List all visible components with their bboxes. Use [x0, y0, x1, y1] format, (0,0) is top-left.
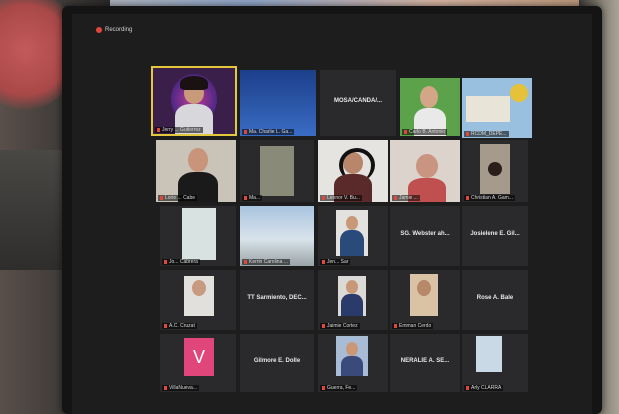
video-tile[interactable]: Guerra, Fe... [318, 334, 388, 392]
mic-muted-icon [157, 127, 160, 132]
profile-image [476, 336, 502, 372]
participant-body [341, 356, 363, 376]
participant-face [417, 280, 431, 296]
participant-face [346, 216, 358, 230]
participant-center-name: Gilmore E. Dolle [253, 358, 301, 365]
video-tile[interactable]: Carlo B. Antonio [400, 78, 460, 136]
profile-image [182, 208, 216, 260]
participant-face [416, 154, 438, 178]
participant-name: Ma. Charlie L. Ga... [242, 129, 295, 135]
mic-muted-icon [164, 385, 167, 390]
participant-face [192, 280, 206, 296]
video-tile[interactable]: Ma. Charlie L. Ga... [240, 70, 316, 136]
video-tile[interactable]: NERALIE A. SE... [390, 334, 460, 392]
video-tile[interactable]: Jerry ... Gutierrez [151, 66, 237, 136]
video-tile[interactable]: Jo... Cabrera [160, 206, 236, 266]
participant-center-name: Rose A. Bale [476, 295, 514, 302]
video-tile[interactable]: Jen... Sar [318, 206, 388, 266]
participant-name: A.C. Cruzat [162, 323, 197, 329]
participant-face [346, 342, 358, 356]
video-tile[interactable]: Gilmore E. Dolle [240, 334, 314, 392]
participant-name: Carlo B. Antonio [402, 129, 448, 135]
participant-name: Emman Cerdo [392, 323, 434, 329]
video-tile[interactable]: Lorie ... Cabe [156, 140, 236, 202]
mic-muted-icon [466, 195, 469, 200]
building-image [466, 96, 510, 122]
video-tile[interactable]: Leonor V. Bu... [318, 140, 388, 202]
mic-muted-icon [322, 195, 325, 200]
video-tile[interactable]: Kerrin Carolina ... [240, 206, 314, 266]
mic-muted-icon [244, 129, 247, 134]
participant-hair [180, 76, 208, 90]
participant-face [346, 280, 358, 294]
video-tile[interactable]: Jaimie Cortez [318, 270, 388, 330]
video-tile[interactable]: Emman Cerdo [390, 270, 460, 330]
participant-name: Jen... Sar [320, 259, 351, 265]
video-tile[interactable]: Rose A. Bale [462, 270, 528, 330]
participant-face [420, 86, 438, 108]
participant-name: Jerry ... Gutierrez [155, 127, 203, 133]
record-dot-icon [96, 27, 102, 33]
mic-muted-icon [466, 385, 469, 390]
participant-body [340, 230, 364, 256]
video-tile[interactable]: Ma... [240, 140, 314, 202]
video-tile[interactable]: RCDM_DEPE... [462, 78, 532, 138]
video-tile[interactable]: TT Sarmiento, DEC... [240, 270, 314, 330]
participant-center-name: MOSA/CANDA/... [334, 97, 382, 104]
participant-name: Guerra, Fe... [320, 385, 358, 391]
mic-muted-icon [404, 129, 407, 134]
mic-muted-icon [164, 323, 167, 328]
participant-center-name: NERALIE A. SE... [400, 358, 450, 365]
participant-name: Ma... [242, 195, 263, 201]
participant-body [341, 294, 363, 316]
participant-face [488, 162, 502, 176]
mic-muted-icon [394, 323, 397, 328]
participant-name: Arly CLARRA [464, 385, 504, 391]
participant-face [188, 148, 208, 172]
video-tile[interactable]: V VillaNueva... [160, 334, 236, 392]
video-tile[interactable]: SG. Webster ah... [390, 206, 460, 266]
participant-name: Christian A. Gam... [464, 195, 515, 201]
participant-name: VillaNueva... [162, 385, 199, 391]
participant-name: Jaimie Cortez [320, 323, 360, 329]
logo-seal [510, 84, 528, 102]
mic-muted-icon [244, 259, 247, 264]
video-tile[interactable]: MOSA/CANDA/... [320, 70, 396, 136]
mic-muted-icon [160, 195, 163, 200]
participant-name: Leonor V. Bu... [320, 195, 362, 201]
participant-name: RCDM_DEPE... [464, 131, 509, 137]
participant-name: Lorie ... Cabe [158, 195, 198, 201]
recording-label: Recording [105, 27, 133, 33]
mic-muted-icon [244, 195, 247, 200]
video-tile[interactable]: Jamie ... [390, 140, 460, 202]
participant-name: Jo... Cabrera [162, 259, 200, 265]
mic-muted-icon [322, 259, 325, 264]
participant-center-name: TT Sarmiento, DEC... [247, 295, 307, 302]
video-feed [260, 146, 294, 196]
v-logo-icon: V [184, 338, 214, 376]
participant-center-name: SG. Webster ah... [400, 231, 450, 238]
video-tile[interactable]: Arly CLARRA [462, 334, 528, 392]
mic-muted-icon [394, 195, 397, 200]
mic-muted-icon [164, 259, 167, 264]
participant-name: Kerrin Carolina ... [242, 259, 290, 265]
mic-muted-icon [322, 385, 325, 390]
mic-muted-icon [322, 323, 325, 328]
recording-indicator[interactable]: Recording [96, 27, 132, 33]
participant-center-name: Josielene E. Gil... [470, 231, 520, 238]
video-tile[interactable]: Josielene E. Gil... [462, 206, 528, 266]
participant-name: Jamie ... [392, 195, 420, 201]
video-tile[interactable]: A.C. Cruzat [160, 270, 236, 330]
mic-muted-icon [466, 131, 469, 136]
video-tile[interactable]: Christian A. Gam... [462, 140, 528, 202]
